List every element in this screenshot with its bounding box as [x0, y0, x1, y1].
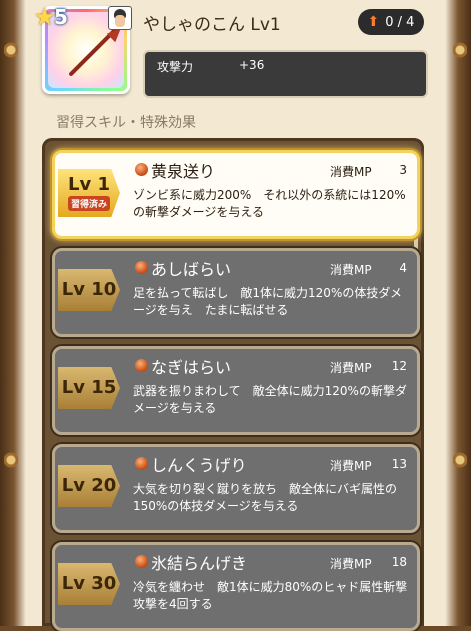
mp-label: 消費MP	[330, 263, 372, 277]
skill-name: しんくうげり	[151, 456, 247, 475]
skill-description: 冷気を纏わせ 敵1体に威力80%のヒャド属性斬撃攻撃を4回する	[133, 580, 408, 611]
skill-description: 大気を切り裂く蹴りを放ち 敵全体にバギ属性の150%の体技ダメージを与える	[133, 482, 398, 513]
mp-cost: 18	[391, 555, 407, 569]
weapon-name: やしゃのこん Lv1	[143, 15, 281, 35]
mp-label: 消費MP	[330, 459, 372, 473]
skill-card[interactable]: Lv 20 しんくうげり 消費MP 13 大気を切り裂く蹴りを放ち 敵全体にバギ…	[52, 444, 420, 533]
skill-orb-icon	[135, 359, 148, 372]
mp-label: 消費MP	[330, 361, 372, 375]
skill-name: 氷結らんげき	[151, 554, 248, 573]
star-rank-number: 5	[54, 5, 68, 29]
frame-ornament-right	[453, 20, 467, 80]
stat-label: 攻撃力	[157, 60, 194, 74]
level-tag: Lv 20	[58, 465, 120, 507]
skill-card[interactable]: Lv 10 あしばらい 消費MP 4 足を払って転ばし 敵1体に威力120%の体…	[52, 248, 420, 337]
skill-orb-icon	[135, 555, 148, 568]
skill-name: あしばらい	[151, 260, 232, 279]
mp-cost: 12	[391, 359, 407, 373]
mp-cost: 4	[399, 261, 407, 275]
skill-orb-icon	[135, 163, 148, 176]
star-rank-badge: ★ 5	[34, 4, 76, 30]
skill-card[interactable]: Lv 30 氷結らんげき 消費MP 18 冷気を纏わせ 敵1体に威力80%のヒャ…	[52, 542, 420, 631]
skill-level: Lv 15	[61, 377, 117, 398]
mp-label: 消費MP	[330, 165, 372, 179]
skill-card[interactable]: Lv 1 習得済み 黄泉送り 消費MP 3 ゾンビ系に威力200% それ以外の系…	[52, 150, 420, 239]
level-tag: Lv 30	[58, 563, 120, 605]
frame-ornament-left	[4, 20, 18, 80]
character-portrait-icon	[108, 6, 132, 30]
mp-cost: 3	[399, 163, 407, 177]
star-icon: ★	[34, 3, 56, 31]
slot-count: 0 / 4	[385, 14, 415, 30]
frame-ornament-left-lower	[4, 430, 18, 490]
skill-name: 黄泉送り	[151, 162, 216, 181]
skill-description: 武器を振りまわして 敵全体に威力120%の斬撃ダメージを与える	[133, 384, 407, 415]
learned-badge: 習得済み	[67, 196, 110, 211]
skill-orb-icon	[135, 261, 148, 274]
level-tag: Lv 1 習得済み	[58, 169, 120, 217]
section-title: 習得スキル・特殊効果	[56, 115, 196, 131]
level-tag: Lv 10	[58, 269, 120, 311]
skill-orb-icon	[135, 457, 148, 470]
skill-description: 足を払って転ばし 敵1体に威力120%の体技ダメージを与え たまに転ばせる	[133, 286, 402, 317]
skill-level: Lv 10	[61, 279, 117, 300]
upgrade-slot-counter[interactable]: ⬆ 0 / 4	[358, 9, 424, 35]
skill-card[interactable]: Lv 15 なぎはらい 消費MP 12 武器を振りまわして 敵全体に威力120%…	[52, 346, 420, 435]
stat-box: 攻撃力 +36	[143, 50, 428, 98]
stat-value: +36	[239, 58, 265, 72]
mp-label: 消費MP	[330, 557, 372, 571]
frame-ornament-right-lower	[453, 430, 467, 490]
skill-name: なぎはらい	[151, 358, 232, 377]
skill-level: Lv 30	[61, 573, 117, 594]
skill-level: Lv 1	[68, 174, 110, 195]
skill-description: ゾンビ系に威力200% それ以外の系統には120%の斬撃ダメージを与える	[133, 188, 406, 219]
mp-cost: 13	[391, 457, 407, 471]
level-tag: Lv 15	[58, 367, 120, 409]
up-arrow-icon: ⬆	[367, 14, 380, 30]
skill-level: Lv 20	[61, 475, 117, 496]
